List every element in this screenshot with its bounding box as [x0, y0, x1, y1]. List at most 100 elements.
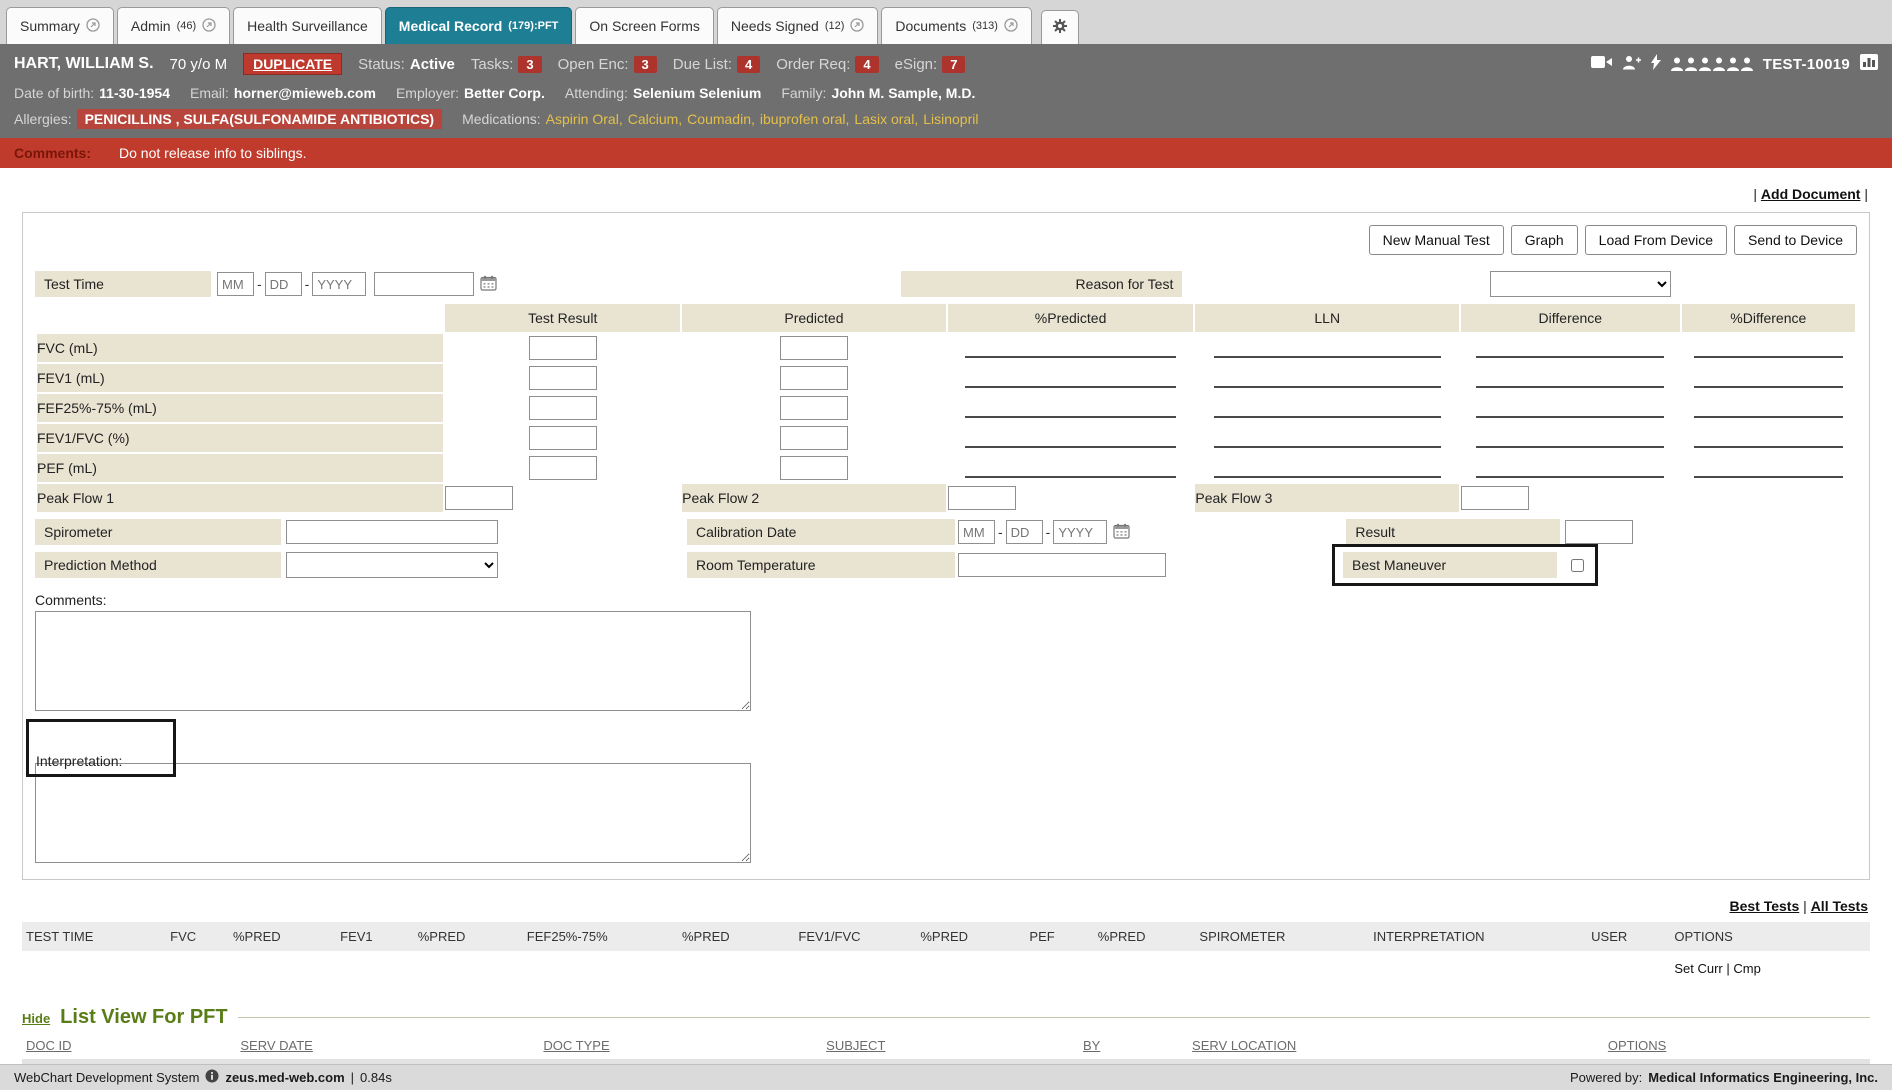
add-document-link[interactable]: Add Document [1761, 186, 1861, 202]
column-header: Test Result [445, 304, 680, 332]
chart-id: TEST-10019 [1763, 56, 1850, 73]
best-maneuver-checkbox[interactable] [1571, 559, 1584, 572]
doc-id-column-link[interactable]: DOC ID [26, 1038, 72, 1053]
fvc-result-input[interactable] [529, 336, 597, 360]
order-req-badge[interactable]: 4 [855, 56, 878, 73]
patient-comments-bar: Comments: Do not release info to sibling… [0, 138, 1892, 168]
duplicate-flag[interactable]: DUPLICATE [243, 53, 342, 75]
email-value: horner@mieweb.com [234, 85, 376, 101]
separator: , [678, 111, 682, 127]
by-column-link[interactable]: BY [1083, 1038, 1100, 1053]
spirometer-input[interactable] [286, 520, 498, 544]
tab-medical-record[interactable]: Medical Record (179):PFT [385, 7, 573, 44]
info-icon[interactable] [205, 1069, 219, 1086]
fev1-fvc-predicted-input[interactable] [780, 426, 848, 450]
medication-link[interactable]: Coumadin [687, 111, 751, 127]
comments-textarea[interactable] [35, 611, 751, 711]
attending-value: Selenium Selenium [633, 85, 761, 101]
host-link[interactable]: zeus.med-web.com [225, 1070, 344, 1085]
tab-needs-signed[interactable]: Needs Signed (12) [717, 7, 879, 44]
settings-tab[interactable] [1041, 10, 1079, 44]
new-manual-test-button[interactable]: New Manual Test [1369, 225, 1504, 255]
medication-link[interactable]: Lasix oral [854, 111, 914, 127]
divider-line [238, 1017, 1870, 1018]
load-from-device-button[interactable]: Load From Device [1585, 225, 1727, 255]
fvc-predicted-input[interactable] [780, 336, 848, 360]
hide-list-view-link[interactable]: Hide [22, 1011, 50, 1026]
fev1-result-input[interactable] [529, 366, 597, 390]
calendar-icon[interactable] [1113, 523, 1130, 541]
reason-for-test-select[interactable] [1490, 271, 1671, 297]
set-curr-link[interactable]: Set Curr [1674, 961, 1722, 976]
tab-admin[interactable]: Admin (46) [117, 7, 230, 44]
open-enc-badge[interactable]: 3 [634, 56, 657, 73]
esign-badge[interactable]: 7 [942, 56, 965, 73]
graph-button[interactable]: Graph [1511, 225, 1578, 255]
peak-flow-row: Peak Flow 1 Peak Flow 2 Peak Flow 3 [37, 484, 1855, 512]
test-time-time-input[interactable] [374, 272, 474, 296]
powered-by-label: Powered by: [1570, 1070, 1642, 1085]
prediction-method-select[interactable] [286, 552, 498, 578]
popout-icon[interactable] [1004, 18, 1018, 35]
serv-location-column-link[interactable]: SERV LOCATION [1192, 1038, 1296, 1053]
test-time-month-input[interactable] [217, 272, 254, 296]
list-view-title: List View For PFT [60, 1006, 227, 1029]
medication-link[interactable]: Calcium [628, 111, 679, 127]
tasks-badge[interactable]: 3 [518, 56, 541, 73]
doc-type-column-link[interactable]: DOC TYPE [543, 1038, 609, 1053]
all-tests-link[interactable]: All Tests [1811, 898, 1868, 914]
medication-link[interactable]: ibuprofen oral [760, 111, 846, 127]
powered-by-value: Medical Informatics Engineering, Inc. [1648, 1070, 1878, 1085]
employer-value: Better Corp. [464, 85, 545, 101]
list-view-table: DOC ID SERV DATE DOC TYPE SUBJECT BY SER… [22, 1035, 1870, 1056]
calibration-day-input[interactable] [1006, 520, 1043, 544]
test-time-year-input[interactable] [312, 272, 366, 296]
tab-documents[interactable]: Documents (313) [881, 7, 1032, 44]
pef-result-input[interactable] [529, 456, 597, 480]
result-input[interactable] [1565, 520, 1633, 544]
fef-predicted-input[interactable] [780, 396, 848, 420]
tab-on-screen-forms[interactable]: On Screen Forms [575, 7, 713, 44]
prediction-method-row: Prediction Method Room Temperature Best … [35, 550, 1857, 580]
pef-predicted-input[interactable] [780, 456, 848, 480]
medication-link[interactable]: Aspirin Oral [546, 111, 619, 127]
fev1-predicted-input[interactable] [780, 366, 848, 390]
results-filter-links: Best Tests | All Tests [24, 898, 1868, 914]
room-temperature-input[interactable] [958, 553, 1166, 577]
tab-summary[interactable]: Summary [6, 7, 114, 44]
popout-icon[interactable] [850, 18, 864, 35]
fef-result-input[interactable] [529, 396, 597, 420]
peak-flow-1-input[interactable] [445, 486, 513, 510]
allergies-label: Allergies: [14, 111, 72, 127]
fev1-fvc-result-input[interactable] [529, 426, 597, 450]
best-tests-link[interactable]: Best Tests [1729, 898, 1799, 914]
cmp-link[interactable]: Cmp [1733, 961, 1760, 976]
allergies-value[interactable]: PENICILLINS , SULFA(SULFONAMIDE ANTIBIOT… [77, 109, 442, 129]
render-time: 0.84s [360, 1070, 392, 1085]
add-person-icon[interactable] [1623, 55, 1641, 74]
results-actions-row: Set Curr | Cmp [22, 951, 1870, 986]
medication-link[interactable]: Lisinopril [923, 111, 978, 127]
calibration-year-input[interactable] [1053, 520, 1107, 544]
test-time-day-input[interactable] [265, 272, 302, 296]
serv-date-column-link[interactable]: SERV DATE [240, 1038, 312, 1053]
popout-icon[interactable] [202, 18, 216, 35]
calibration-month-input[interactable] [958, 520, 995, 544]
calendar-icon[interactable] [480, 275, 497, 293]
patient-group-icons[interactable] [1671, 57, 1753, 71]
peak-flow-3-input[interactable] [1461, 486, 1529, 510]
due-list-badge[interactable]: 4 [737, 56, 760, 73]
peak-flow-2-input[interactable] [948, 486, 1016, 510]
subject-column-link[interactable]: SUBJECT [826, 1038, 885, 1053]
options-column-link[interactable]: OPTIONS [1608, 1038, 1667, 1053]
email-field: Email: horner@mieweb.com [190, 85, 376, 101]
popout-icon[interactable] [86, 18, 100, 35]
lightning-icon[interactable] [1651, 54, 1661, 74]
interpretation-textarea[interactable] [35, 763, 751, 863]
form-actions: New Manual Test Graph Load From Device S… [35, 225, 1857, 255]
send-to-device-button[interactable]: Send to Device [1734, 225, 1857, 255]
video-camera-icon[interactable] [1591, 55, 1613, 73]
bar-chart-icon[interactable] [1860, 54, 1878, 74]
value-underline [1214, 458, 1441, 478]
tab-health-surveillance[interactable]: Health Surveillance [233, 7, 382, 44]
